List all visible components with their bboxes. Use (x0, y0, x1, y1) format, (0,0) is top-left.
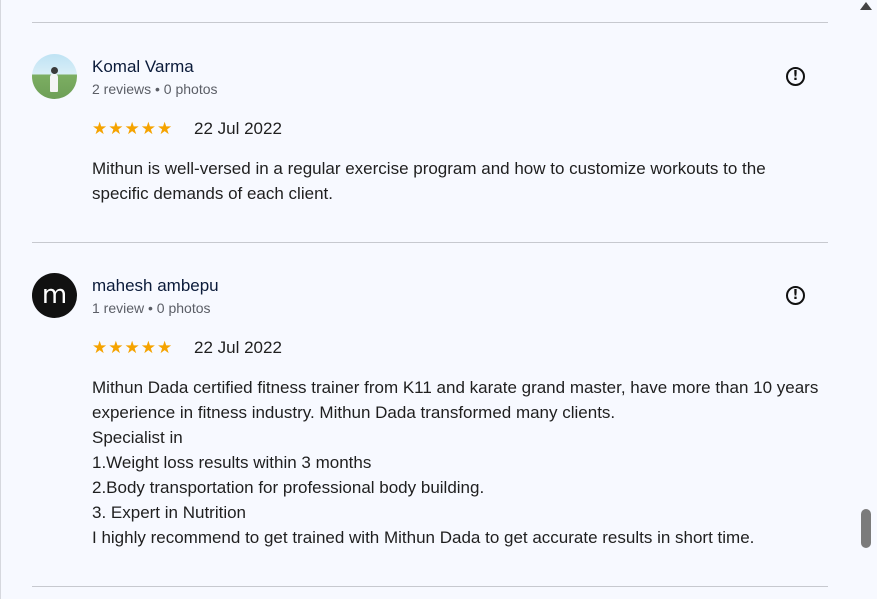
reviewer-name[interactable]: Komal Varma (92, 57, 194, 77)
scrollbar-thumb[interactable] (861, 509, 871, 548)
report-flag-icon[interactable]: ! (786, 67, 805, 86)
avatar-person-head (51, 67, 58, 74)
review-divider (32, 586, 828, 587)
reviewer-name[interactable]: mahesh ambepu (92, 276, 219, 296)
review-divider (32, 242, 828, 243)
avatar-person-body (50, 74, 58, 92)
review-divider (32, 22, 828, 23)
review-date: 22 Jul 2022 (194, 119, 282, 138)
review-text: Mithun Dada certified fitness trainer fr… (92, 378, 819, 547)
reviews-panel: Komal Varma 2 reviews • 0 photos ! ★★★★★… (0, 0, 859, 599)
scroll-up-arrow-icon[interactable] (860, 2, 872, 10)
reviewer-stats: 2 reviews • 0 photos (92, 81, 218, 97)
reviewer-stats: 1 review • 0 photos (92, 300, 211, 316)
report-flag-icon[interactable]: ! (786, 286, 805, 305)
reviewer-avatar[interactable] (32, 54, 77, 99)
star-rating: ★★★★★ (92, 119, 174, 138)
review-text: Mithun is well-versed in a regular exerc… (92, 159, 766, 203)
reviewer-avatar[interactable]: m (32, 273, 77, 318)
review-date: 22 Jul 2022 (194, 338, 282, 357)
star-rating: ★★★★★ (92, 338, 174, 357)
